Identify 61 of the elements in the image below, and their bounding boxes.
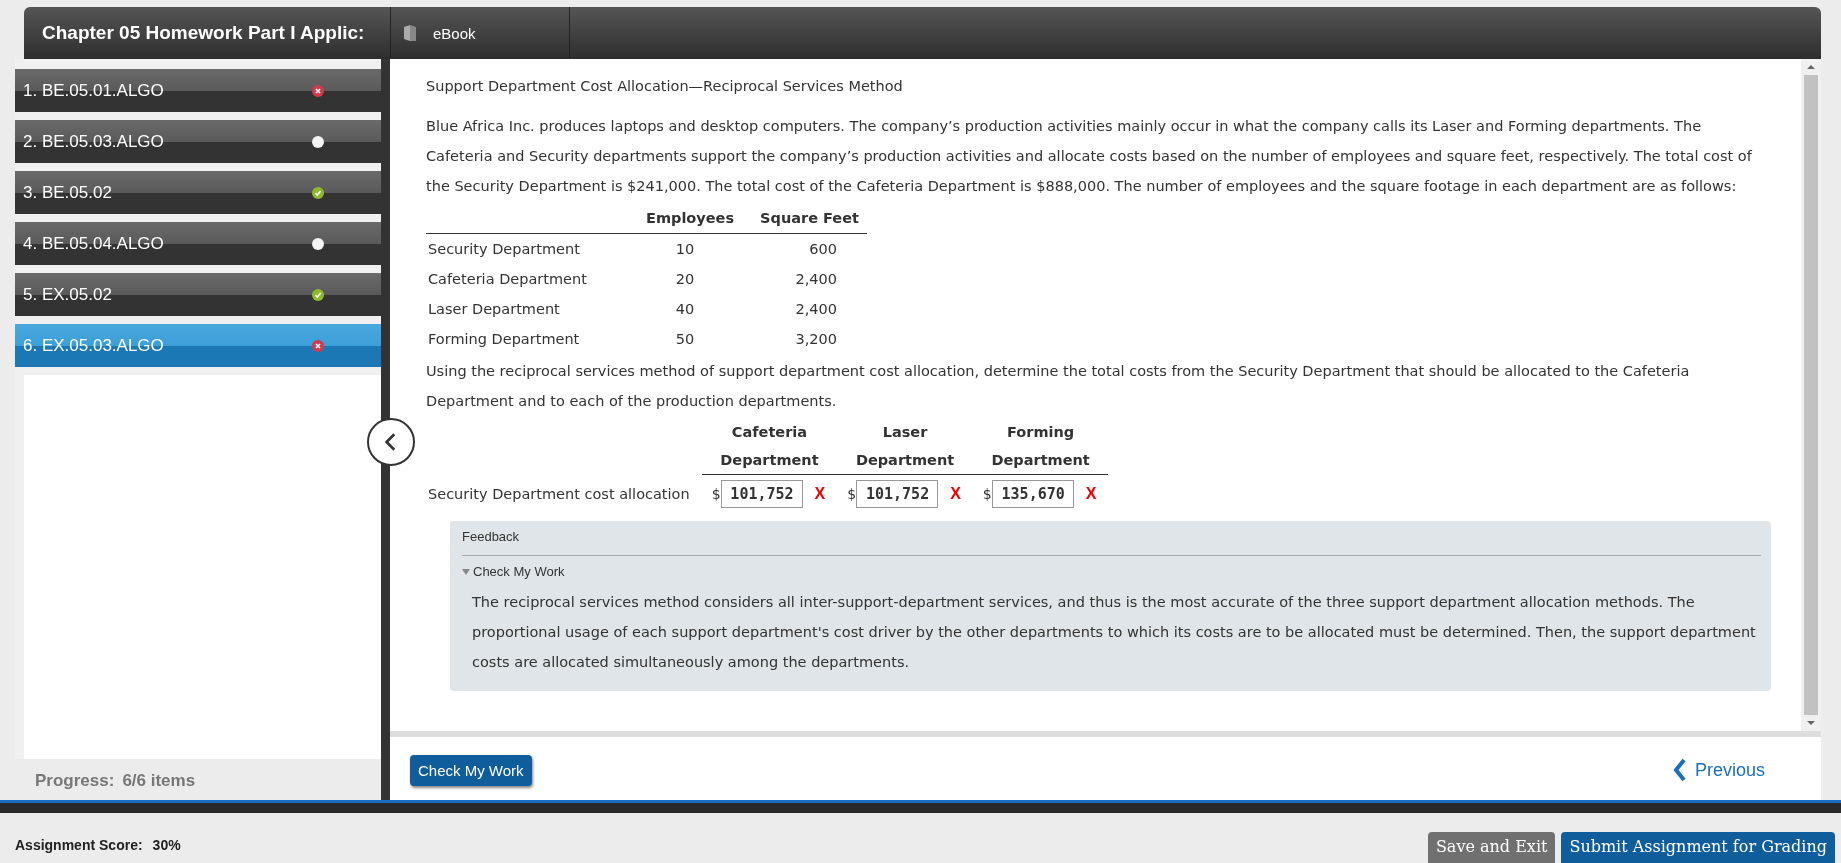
column-header: Square Feet	[760, 210, 859, 226]
column-header: Department	[990, 451, 1091, 470]
assignment-title: Chapter 05 Homework Part I Applic:	[24, 7, 390, 59]
previous-button[interactable]: Previous	[1666, 757, 1771, 783]
currency-sign: $	[847, 486, 857, 502]
book-icon	[403, 24, 417, 42]
table-cell: Cafeteria Department	[428, 271, 587, 287]
triangle-icon[interactable]	[462, 567, 470, 576]
question-nav-item[interactable]: 2. BE.05.03.ALGO	[15, 120, 381, 163]
column-header: Department	[854, 451, 956, 470]
table-cell: Forming Department	[428, 331, 580, 347]
answer-field[interactable]: 135,670	[991, 480, 1074, 508]
status-icon	[312, 135, 324, 148]
feedback-text: The reciprocal services method considers all inter-support-department services, and thus is the most accurate of the three support department allocation methods. The proportional usage of each support department's cost driver by the other departments to which its costs are to be allocated must be determined. Then, the support department costs are allocated simultaneously among the departments.	[472, 593, 1757, 672]
status-icon	[312, 339, 324, 352]
score-value: 30%	[152, 837, 181, 853]
feedback-section-title[interactable]: Check My Work	[473, 564, 565, 579]
score-label: Assignment Score:	[15, 837, 143, 853]
table-cell: 2,400	[795, 271, 837, 287]
table-cell: 600	[809, 241, 837, 257]
column-header: Department	[719, 451, 820, 470]
status-icon	[312, 186, 324, 199]
column-header: Forming	[1006, 423, 1076, 442]
table-cell: 20	[675, 271, 695, 287]
progress-label: Progress:	[35, 771, 115, 791]
question-nav-item[interactable]: 3. BE.05.02	[15, 171, 381, 214]
problem-title: Support Department Cost Allocation—Reciprocal Services Method	[426, 77, 904, 96]
chevron-left-icon	[1672, 758, 1687, 782]
table-cell: 40	[675, 301, 695, 317]
status-icon	[312, 288, 324, 301]
save-and-exit-button[interactable]: Save and Exit	[1427, 832, 1556, 863]
answer-field[interactable]: 101,752	[856, 480, 939, 508]
table-cell: Security Department	[428, 241, 580, 257]
status-icon	[312, 84, 324, 97]
column-header: Employees	[646, 210, 735, 226]
check-my-work-button[interactable]: Check My Work	[410, 754, 532, 786]
scrollbar[interactable]	[1801, 59, 1821, 731]
status-icon	[312, 237, 324, 250]
problem-text: Blue Africa Inc. produces laptops and desktop computers. The company’s production activities mainly occur in what the company calls its Laser and Forming departments. The Cafeteria and Security departments support the company’s production activities and allocate costs based on the number of employees and square feet, respectively. The total cost of the Security Department is $241,000. The total cost of the Cafeteria Department is $888,000. The number of employees and the square footage in each department are as follows:	[426, 117, 1753, 196]
question-text: Using the reciprocal services method of support department cost allocation, determine the total costs from the Security Department that should be allocated to the Cafeteria Department and to each of the production departments.	[426, 362, 1691, 411]
result-mark: X	[814, 485, 826, 502]
column-header: Laser	[881, 423, 929, 442]
question-nav-item[interactable]: 6. EX.05.03.ALGO	[15, 324, 381, 367]
question-nav-item[interactable]: 5. EX.05.02	[15, 273, 381, 316]
result-mark: X	[1085, 485, 1097, 502]
feedback-title: Feedback	[462, 525, 1761, 556]
question-nav-item[interactable]: 1. BE.05.01.ALGO	[15, 69, 381, 112]
table-cell: 10	[675, 241, 695, 257]
answer-field[interactable]: 101,752	[720, 480, 803, 508]
currency-sign: $	[711, 486, 721, 502]
result-mark: X	[950, 485, 961, 502]
submit-button[interactable]: Submit Assignment for Grading	[1561, 832, 1835, 863]
row-label: Security Department cost allocation	[428, 485, 690, 502]
table-cell: Laser Department	[428, 301, 560, 317]
column-header: Cafeteria	[730, 423, 809, 442]
progress-value: 6/6 items	[122, 771, 196, 791]
table-cell: 2,400	[795, 301, 837, 317]
question-nav-item[interactable]: 4. BE.05.04.ALGO	[15, 222, 381, 265]
table-cell: 3,200	[795, 331, 837, 347]
currency-sign: $	[982, 486, 992, 502]
table-cell: 50	[675, 331, 695, 347]
